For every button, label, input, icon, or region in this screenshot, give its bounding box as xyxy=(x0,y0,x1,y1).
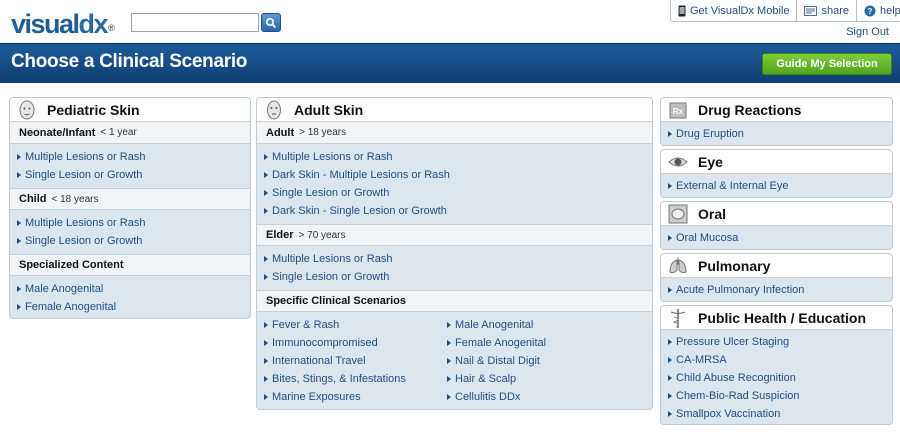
search-icon xyxy=(265,17,277,28)
top-nav: Get VisualDx Mobile share ? help xyxy=(670,0,900,22)
get-mobile-link[interactable]: Get VisualDx Mobile xyxy=(671,0,796,21)
eye-icon xyxy=(668,157,688,166)
link-nail-distal-digit[interactable]: Nail & Distal Digit xyxy=(440,352,623,370)
link-hair-scalp[interactable]: Hair & Scalp xyxy=(440,370,623,388)
share-icon xyxy=(804,5,818,16)
page-header: Choose a Clinical Scenario Guide My Sele… xyxy=(0,43,900,83)
link-chem-bio-rad-suspicion[interactable]: Chem-Bio-Rad Suspicion xyxy=(661,387,892,405)
sign-out-link[interactable]: Sign Out xyxy=(846,26,889,38)
link-neonate-single-lesion[interactable]: Single Lesion or Growth xyxy=(10,166,250,184)
section-elder: Elder > 70 years xyxy=(257,224,652,246)
svg-text:Rx: Rx xyxy=(673,107,684,116)
oral-panel: Oral Oral Mucosa xyxy=(660,201,893,250)
help-link[interactable]: ? help xyxy=(855,0,900,21)
panel-title: Pulmonary xyxy=(698,257,771,274)
mouth-icon xyxy=(668,204,688,223)
link-fever-rash[interactable]: Fever & Rash xyxy=(257,316,440,334)
child-face-icon xyxy=(19,100,35,119)
link-adult-multiple-lesions[interactable]: Multiple Lesions or Rash xyxy=(257,148,652,166)
section-child: Child < 18 years xyxy=(10,188,250,210)
share-link[interactable]: share xyxy=(796,0,856,21)
link-bites-stings[interactable]: Bites, Stings, & Infestations xyxy=(257,370,440,388)
pill-bottle-icon: Rx xyxy=(669,102,687,118)
panel-title: Drug Reactions xyxy=(698,101,802,118)
panel-title: Adult Skin xyxy=(294,101,364,118)
link-elder-single-lesion[interactable]: Single Lesion or Growth xyxy=(257,268,652,286)
link-external-internal-eye[interactable]: External & Internal Eye xyxy=(661,177,892,195)
link-female-anogenital[interactable]: Female Anogenital xyxy=(440,334,623,352)
link-neonate-multiple-lesions[interactable]: Multiple Lesions or Rash xyxy=(10,148,250,166)
link-male-anogenital[interactable]: Male Anogenital xyxy=(440,316,623,334)
link-smallpox-vaccination[interactable]: Smallpox Vaccination xyxy=(661,405,892,423)
adult-face-icon xyxy=(267,100,281,119)
visualdx-logo[interactable]: visualdx® xyxy=(11,9,115,43)
section-adult: Adult > 18 years xyxy=(257,122,652,144)
link-adult-dark-skin-single[interactable]: Dark Skin - Single Lesion or Growth xyxy=(257,202,652,220)
link-pediatric-male-anogenital[interactable]: Male Anogenital xyxy=(10,280,250,298)
link-immunocompromised[interactable]: Immunocompromised xyxy=(257,334,440,352)
pulmonary-panel: Pulmonary Acute Pulmonary Infection xyxy=(660,253,893,302)
caduceus-icon xyxy=(670,308,686,328)
drug-reactions-panel: Rx Drug Reactions Drug Eruption xyxy=(660,97,893,146)
svg-text:?: ? xyxy=(868,7,873,16)
link-elder-multiple-lesions[interactable]: Multiple Lesions or Rash xyxy=(257,250,652,268)
search-input[interactable] xyxy=(131,13,259,32)
page-title: Choose a Clinical Scenario xyxy=(11,51,248,72)
phone-icon xyxy=(678,5,686,16)
link-child-abuse-recognition[interactable]: Child Abuse Recognition xyxy=(661,369,892,387)
eye-panel: Eye External & Internal Eye xyxy=(660,149,893,198)
link-cellulitis-ddx[interactable]: Cellulitis DDx xyxy=(440,388,623,406)
link-pressure-ulcer-staging[interactable]: Pressure Ulcer Staging xyxy=(661,333,892,351)
section-specific-scenarios: Specific Clinical Scenarios xyxy=(257,290,652,312)
adult-skin-panel: Adult Skin Adult > 18 years Multiple Lesi… xyxy=(256,97,653,410)
section-specialized: Specialized Content xyxy=(10,254,250,276)
link-ca-mrsa[interactable]: CA-MRSA xyxy=(661,351,892,369)
link-adult-single-lesion[interactable]: Single Lesion or Growth xyxy=(257,184,652,202)
link-child-single-lesion[interactable]: Single Lesion or Growth xyxy=(10,232,250,250)
link-drug-eruption[interactable]: Drug Eruption xyxy=(661,125,892,143)
link-child-multiple-lesions[interactable]: Multiple Lesions or Rash xyxy=(10,214,250,232)
section-neonate: Neonate/Infant < 1 year xyxy=(10,122,250,144)
panel-title: Oral xyxy=(698,205,727,222)
link-acute-pulmonary-infection[interactable]: Acute Pulmonary Infection xyxy=(661,281,892,299)
link-international-travel[interactable]: International Travel xyxy=(257,352,440,370)
link-oral-mucosa[interactable]: Oral Mucosa xyxy=(661,229,892,247)
help-icon: ? xyxy=(864,5,876,16)
link-pediatric-female-anogenital[interactable]: Female Anogenital xyxy=(10,298,250,316)
guide-my-selection-button[interactable]: Guide My Selection xyxy=(762,53,892,75)
link-adult-dark-skin-multiple[interactable]: Dark Skin - Multiple Lesions or Rash xyxy=(257,166,652,184)
lungs-icon xyxy=(669,256,687,273)
panel-title: Pediatric Skin xyxy=(47,101,140,118)
pediatric-skin-panel: Pediatric Skin Neonate/Infant < 1 year Mu… xyxy=(9,97,251,319)
panel-title: Public Health / Education xyxy=(698,309,867,326)
search-button[interactable] xyxy=(261,13,281,32)
link-marine-exposures[interactable]: Marine Exposures xyxy=(257,388,440,406)
public-health-panel: Public Health / Education Pressure Ulcer… xyxy=(660,305,893,425)
panel-title: Eye xyxy=(698,153,723,170)
